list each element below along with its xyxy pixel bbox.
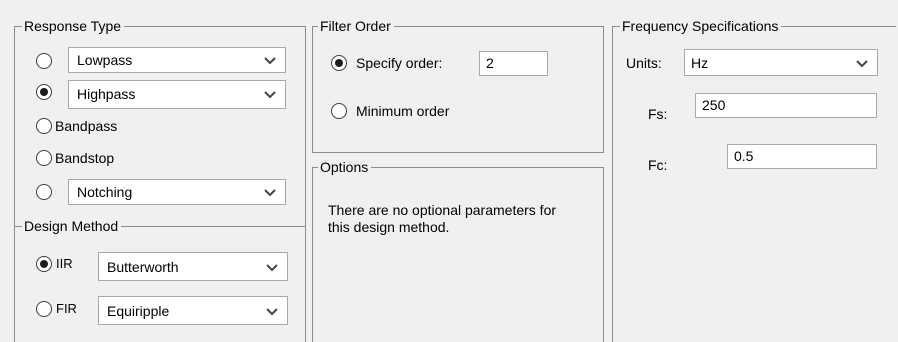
- fc-label: Fc:: [648, 157, 668, 173]
- iir-method-select[interactable]: Butterworth: [98, 252, 288, 281]
- bandpass-label[interactable]: Bandpass: [55, 118, 117, 134]
- fs-label: Fs:: [648, 106, 668, 122]
- units-select[interactable]: Hz: [684, 49, 878, 76]
- specify-order-radio[interactable]: [331, 55, 347, 71]
- fir-method-select[interactable]: Equiripple: [98, 296, 288, 325]
- fir-radio[interactable]: [36, 301, 52, 317]
- bandstop-radio[interactable]: [36, 150, 52, 166]
- chevron-down-icon: [263, 185, 277, 199]
- units-label: Units:: [626, 55, 662, 71]
- design-method-title: Design Method: [22, 218, 122, 234]
- chevron-down-icon: [263, 87, 277, 101]
- lowpass-select-value: Lowpass: [77, 52, 133, 68]
- chevron-down-icon: [855, 56, 869, 70]
- fir-label[interactable]: FIR: [56, 301, 77, 317]
- units-value: Hz: [691, 55, 709, 71]
- iir-radio[interactable]: [36, 256, 52, 272]
- fir-method-value: Equiripple: [107, 303, 170, 319]
- chevron-down-icon: [265, 304, 279, 318]
- notching-radio[interactable]: [36, 184, 52, 200]
- iir-label[interactable]: IIR: [56, 256, 73, 272]
- fs-input[interactable]: 250: [695, 93, 877, 118]
- highpass-radio[interactable]: [36, 84, 52, 100]
- bandpass-radio[interactable]: [36, 118, 52, 134]
- highpass-select-value: Highpass: [77, 86, 136, 102]
- order-input[interactable]: 2: [479, 51, 548, 76]
- options-panel: [312, 167, 604, 342]
- options-message: There are no optional parameters for thi…: [328, 202, 557, 235]
- frequency-specifications-title: Frequency Specifications: [620, 18, 782, 34]
- highpass-select[interactable]: Highpass: [68, 80, 286, 109]
- chevron-down-icon: [265, 260, 279, 274]
- minimum-order-label[interactable]: Minimum order: [356, 103, 449, 119]
- response-type-title: Response Type: [22, 18, 125, 34]
- notching-select-value: Notching: [77, 184, 133, 200]
- notching-select[interactable]: Notching: [68, 179, 286, 205]
- bandstop-label[interactable]: Bandstop: [55, 150, 114, 166]
- chevron-down-icon: [263, 53, 277, 67]
- options-title: Options: [318, 159, 372, 175]
- filter-order-panel: [312, 26, 604, 153]
- specify-order-label[interactable]: Specify order:: [356, 55, 442, 71]
- fc-input[interactable]: 0.5: [727, 144, 877, 169]
- iir-method-value: Butterworth: [107, 259, 179, 275]
- minimum-order-radio[interactable]: [331, 103, 347, 119]
- lowpass-select[interactable]: Lowpass: [68, 47, 286, 73]
- filter-order-title: Filter Order: [318, 18, 394, 34]
- lowpass-radio[interactable]: [36, 53, 52, 69]
